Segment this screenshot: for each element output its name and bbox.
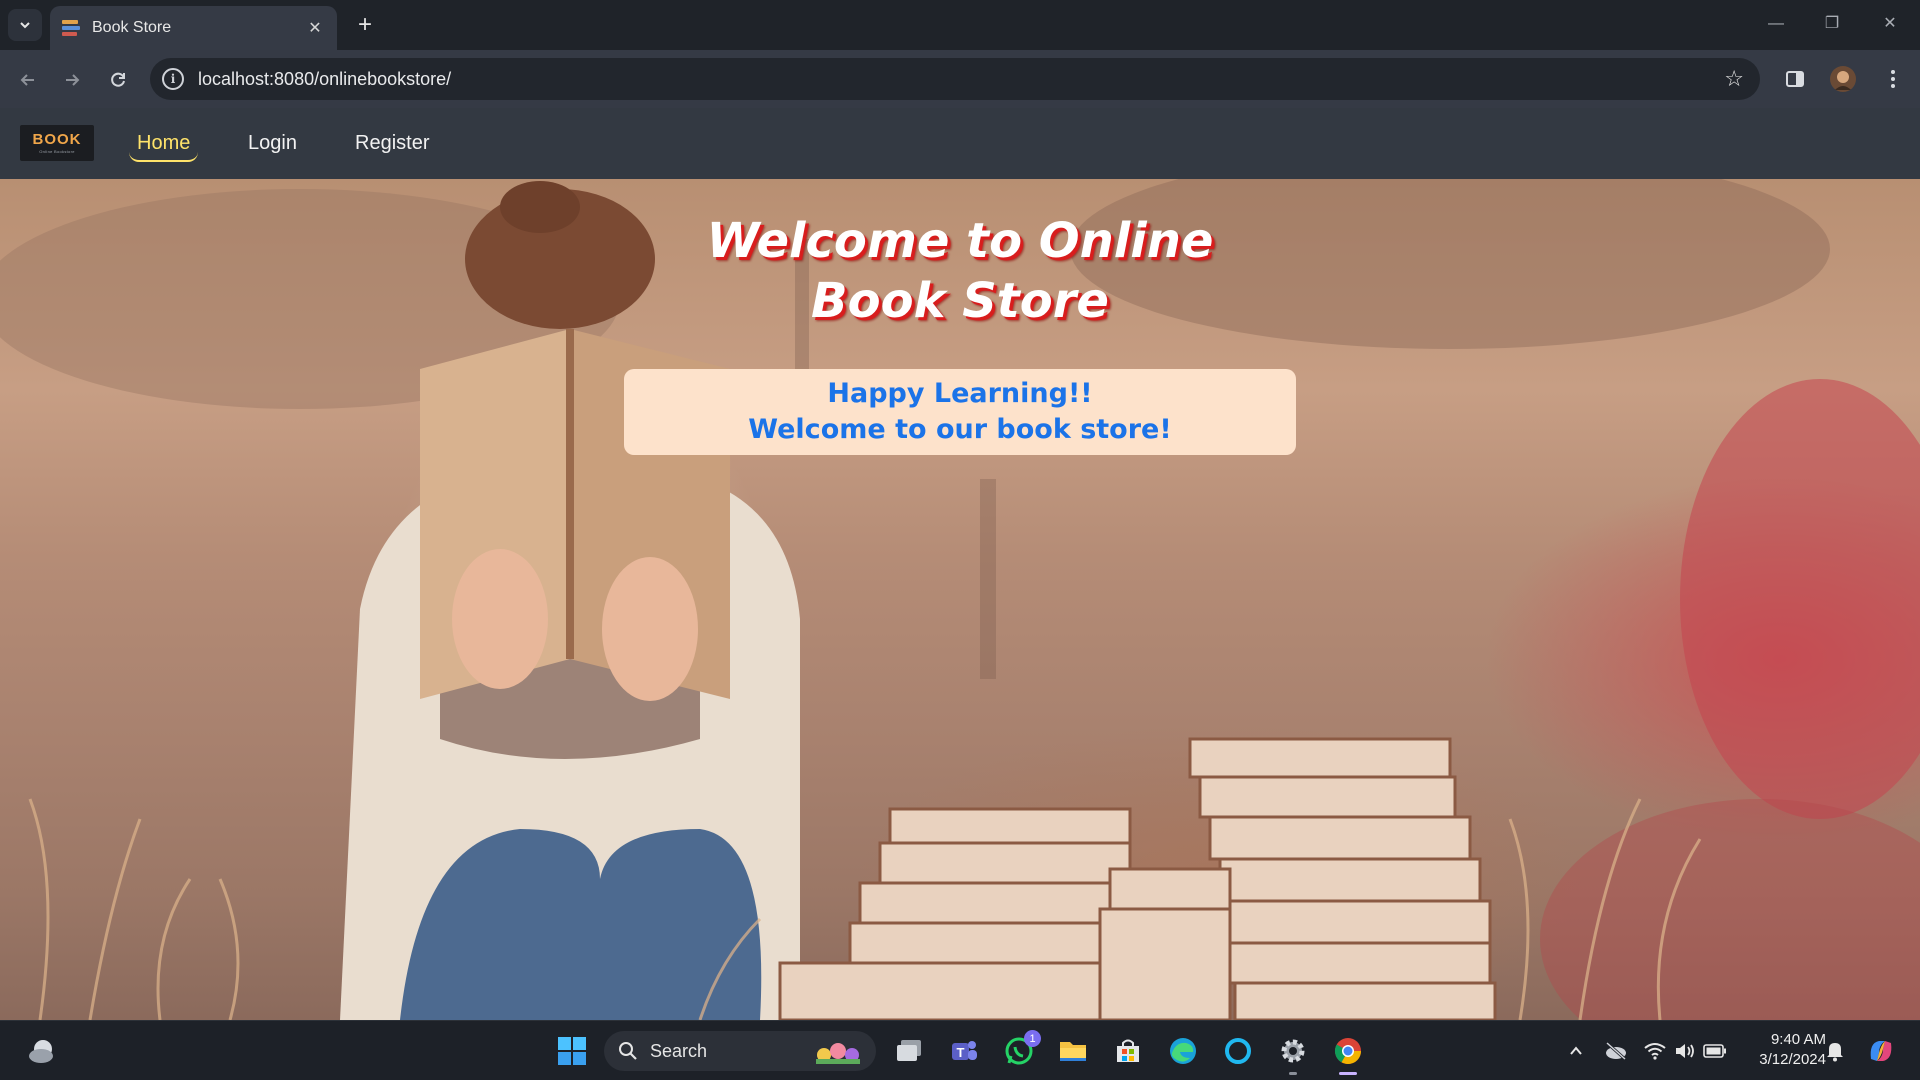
cloud-moon-icon bbox=[29, 1040, 53, 1063]
speaker-icon bbox=[1676, 1044, 1694, 1058]
wifi-tray[interactable] bbox=[1643, 1039, 1667, 1063]
settings-app[interactable] bbox=[1275, 1033, 1311, 1075]
volume-tray[interactable] bbox=[1673, 1039, 1697, 1063]
url-text[interactable]: localhost:8080/onlinebookstore/ bbox=[198, 69, 1724, 90]
hero-title: Welcome to Online Book Store bbox=[660, 211, 1260, 331]
logo-text: BOOK bbox=[32, 131, 82, 148]
avatar-icon bbox=[1830, 66, 1856, 92]
settings-running-indicator bbox=[1289, 1072, 1297, 1075]
chrome-app[interactable] bbox=[1330, 1033, 1366, 1075]
back-arrow-icon bbox=[20, 74, 34, 86]
hero-banner: Welcome to Online Book Store Happy Learn… bbox=[0, 179, 1920, 1020]
notification-bell-icon bbox=[1827, 1043, 1843, 1062]
hero-title-line2: Book Store bbox=[811, 273, 1109, 329]
task-view-icon bbox=[897, 1040, 921, 1061]
back-button[interactable] bbox=[14, 66, 42, 94]
nav-register-link[interactable]: Register bbox=[355, 130, 429, 156]
battery-icon bbox=[1703, 1044, 1726, 1058]
edge-browser-icon bbox=[1170, 1038, 1196, 1064]
notifications-button[interactable] bbox=[1823, 1039, 1847, 1063]
store-bag-icon bbox=[1117, 1039, 1139, 1062]
chevron-up-icon bbox=[1570, 1046, 1582, 1055]
wifi-icon bbox=[1644, 1043, 1666, 1060]
reload-icon bbox=[111, 72, 125, 87]
side-panel-icon bbox=[1786, 71, 1804, 87]
nav-home-link[interactable]: Home bbox=[128, 130, 199, 162]
restore-window-button[interactable]: ❐ bbox=[1814, 10, 1850, 38]
folder-icon bbox=[1060, 1042, 1086, 1061]
task-view-button[interactable] bbox=[891, 1033, 927, 1069]
welcome-card: Happy Learning!! Welcome to our book sto… bbox=[624, 369, 1296, 455]
battery-tray[interactable] bbox=[1703, 1039, 1727, 1063]
search-highlight-flowers-icon bbox=[816, 1043, 860, 1064]
forward-button[interactable] bbox=[58, 66, 86, 94]
nav-login-link[interactable]: Login bbox=[248, 130, 297, 156]
bookstack-favicon-icon bbox=[62, 19, 80, 37]
bookmark-star-icon[interactable]: ☆ bbox=[1724, 66, 1744, 92]
windows-taskbar: Search T 1 9:40 AM 3/12/2024 bbox=[0, 1020, 1920, 1080]
clock-time: 9:40 AM bbox=[1770, 1031, 1826, 1048]
kebab-menu-icon bbox=[1891, 70, 1895, 88]
minimize-window-button[interactable]: — bbox=[1758, 10, 1794, 38]
chevron-down-icon bbox=[20, 22, 30, 29]
clock-date: 3/12/2024 bbox=[1759, 1051, 1826, 1068]
edge-app[interactable] bbox=[1165, 1033, 1201, 1069]
search-icon bbox=[619, 1042, 637, 1060]
windows-logo-icon bbox=[558, 1037, 586, 1065]
chrome-icon bbox=[1334, 1038, 1362, 1065]
profile-avatar[interactable] bbox=[1828, 64, 1858, 94]
cloud-off-icon bbox=[1606, 1041, 1626, 1061]
browser-tabstrip: Book Store ✕ + — ❐ ✕ bbox=[0, 0, 1920, 50]
file-explorer-app[interactable] bbox=[1055, 1033, 1091, 1069]
cortana-ring-icon bbox=[1225, 1038, 1251, 1064]
close-tab-icon[interactable]: ✕ bbox=[305, 18, 325, 38]
cortana-app[interactable] bbox=[1220, 1033, 1256, 1069]
svg-text:T: T bbox=[957, 1045, 965, 1060]
site-navbar: BOOK Online Bookstore Home Login Registe… bbox=[0, 108, 1920, 179]
gear-icon bbox=[1281, 1039, 1305, 1063]
whatsapp-app[interactable]: 1 bbox=[1001, 1030, 1041, 1069]
onedrive-tray[interactable] bbox=[1604, 1039, 1628, 1063]
browser-menu-button[interactable] bbox=[1878, 64, 1908, 94]
copilot-button[interactable] bbox=[1864, 1034, 1898, 1068]
start-button[interactable] bbox=[554, 1033, 590, 1069]
browser-toolbar: i localhost:8080/onlinebookstore/ ☆ bbox=[0, 50, 1920, 108]
search-label: Search bbox=[650, 1040, 708, 1061]
whatsapp-unread-badge: 1 bbox=[1024, 1030, 1041, 1047]
reload-button[interactable] bbox=[104, 66, 132, 94]
address-bar[interactable]: i localhost:8080/onlinebookstore/ ☆ bbox=[150, 58, 1760, 100]
taskbar-search-box[interactable]: Search bbox=[604, 1031, 876, 1071]
welcome-line1: Happy Learning!! bbox=[827, 378, 1093, 409]
teams-app[interactable]: T bbox=[946, 1033, 982, 1069]
logo-subtext: Online Bookstore bbox=[39, 149, 75, 154]
site-info-icon[interactable]: i bbox=[162, 68, 184, 90]
tab-search-button[interactable] bbox=[8, 9, 42, 41]
browser-tab-active[interactable]: Book Store ✕ bbox=[50, 6, 337, 50]
chrome-active-indicator bbox=[1339, 1072, 1357, 1075]
site-logo[interactable]: BOOK Online Bookstore bbox=[20, 125, 94, 161]
close-window-button[interactable]: ✕ bbox=[1872, 10, 1908, 38]
teams-icon: T bbox=[952, 1041, 977, 1060]
tab-title: Book Store bbox=[92, 19, 172, 36]
side-panel-button[interactable] bbox=[1780, 64, 1810, 94]
web-page: BOOK Online Bookstore Home Login Registe… bbox=[0, 108, 1920, 1020]
copilot-icon bbox=[1870, 1041, 1892, 1061]
show-hidden-icons-button[interactable] bbox=[1564, 1039, 1588, 1063]
microsoft-store-app[interactable] bbox=[1110, 1033, 1146, 1069]
new-tab-button[interactable]: + bbox=[352, 12, 378, 38]
welcome-line2: Welcome to our book store! bbox=[748, 414, 1172, 445]
hero-title-line1: Welcome to Online bbox=[706, 213, 1214, 269]
taskbar-clock[interactable]: 9:40 AM 3/12/2024 bbox=[1738, 1030, 1826, 1070]
weather-widget[interactable] bbox=[24, 1033, 60, 1069]
forward-arrow-icon bbox=[66, 74, 80, 86]
